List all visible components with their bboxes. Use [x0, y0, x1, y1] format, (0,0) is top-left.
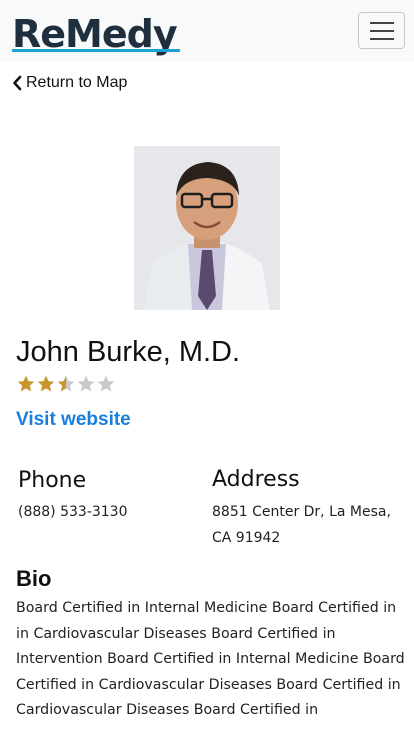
phone-number[interactable]: (888) 533-3130 [18, 499, 128, 525]
chevron-left-icon [13, 75, 22, 91]
menu-toggle-button[interactable] [358, 12, 405, 49]
return-to-map-link[interactable]: Return to Map [12, 74, 127, 92]
logo-text: ReMedy [12, 12, 178, 56]
address-line-2: CA 91942 [212, 530, 281, 546]
bio-heading: Bio [16, 566, 52, 591]
star-empty-icon [97, 375, 115, 392]
star-full-icon [37, 375, 55, 392]
hamburger-icon-bar [369, 29, 394, 32]
remedy-logo[interactable]: ReMedy [12, 8, 180, 56]
logo-underline [12, 49, 180, 52]
hamburger-icon [369, 21, 394, 24]
doctor-photo [134, 146, 280, 310]
star-half-icon [57, 375, 75, 392]
return-to-map-label: Return to Map [26, 74, 128, 91]
hamburger-icon-bar [369, 37, 394, 40]
navbar: ReMedy [0, 0, 414, 62]
star-empty-icon [77, 375, 95, 392]
bio-text: Board Certified in Internal Medicine Boa… [16, 600, 405, 719]
star-full-icon [17, 375, 35, 392]
address-line-1: 8851 Center Dr, La Mesa, [212, 504, 391, 520]
doctor-name: John Burke, M.D. [16, 336, 241, 368]
address-heading: Address [212, 467, 300, 492]
phone-heading: Phone [18, 468, 87, 493]
visit-website-link[interactable]: Visit website [16, 409, 131, 431]
star-rating [16, 374, 116, 394]
